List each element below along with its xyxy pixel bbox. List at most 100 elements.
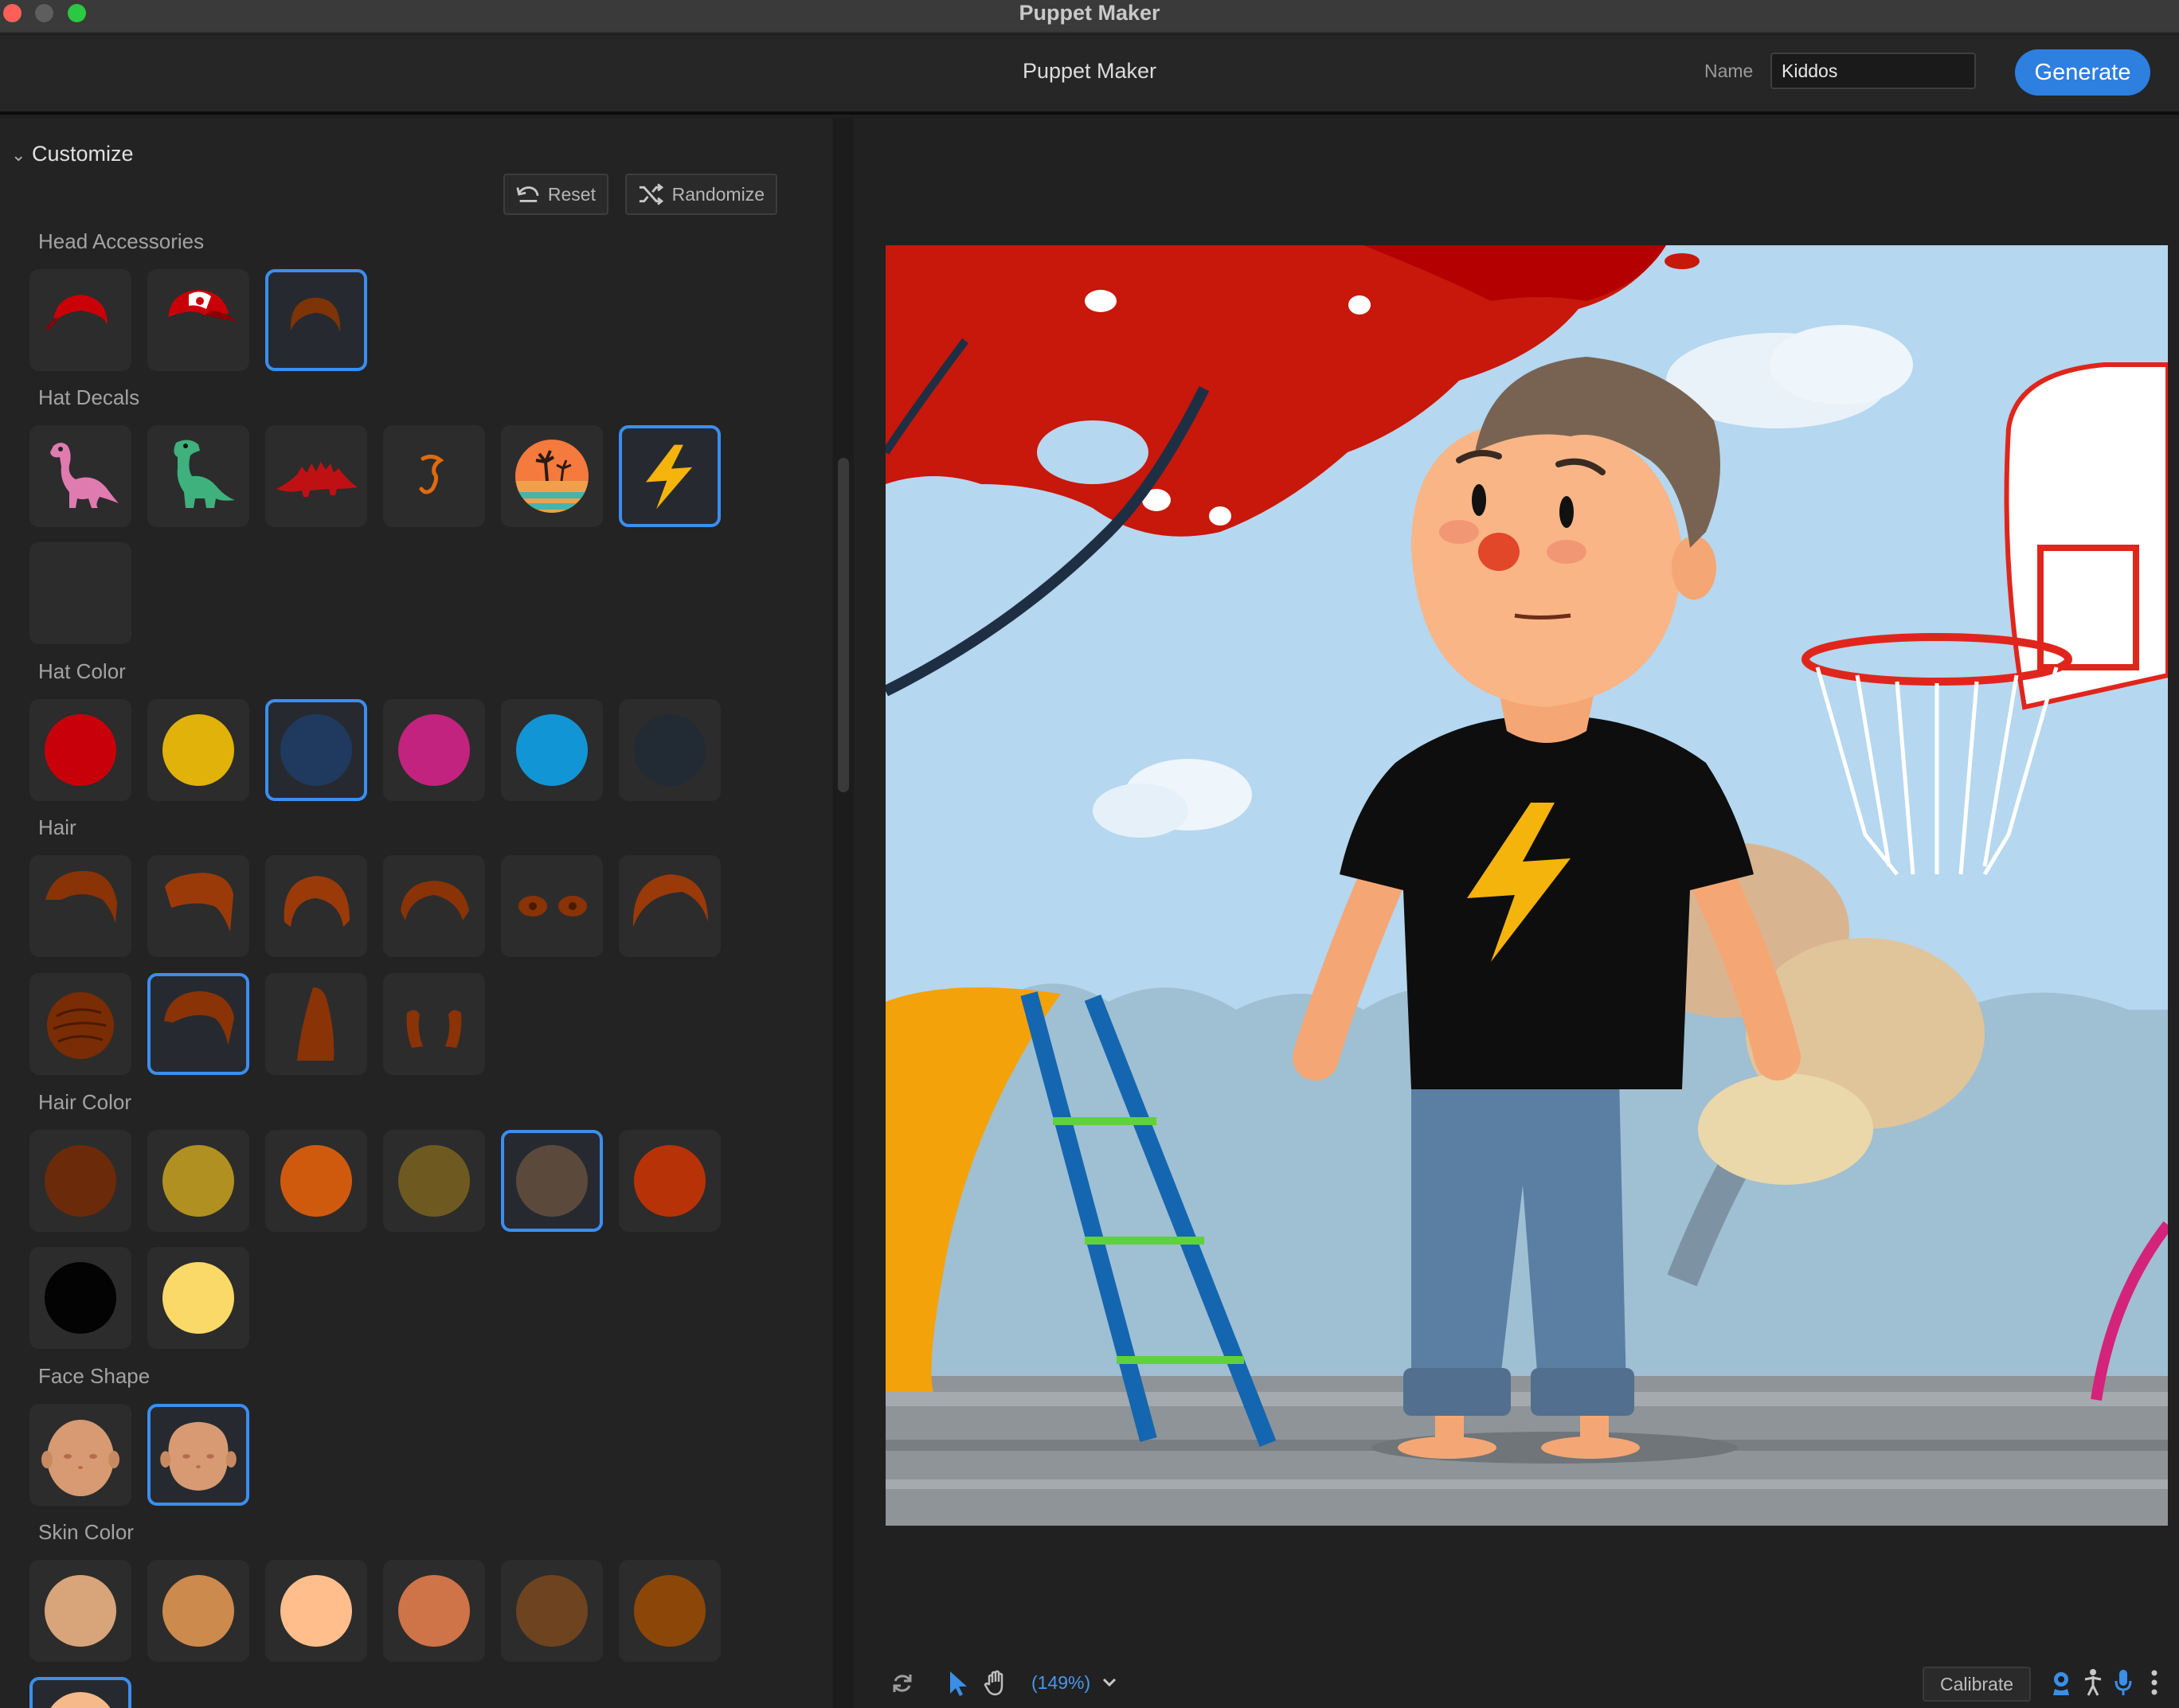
face-shape-option[interactable] — [147, 1404, 249, 1506]
red-cap-icon — [45, 295, 108, 331]
hair-color-swatch — [162, 1262, 234, 1334]
skin-color-option[interactable] — [147, 1560, 249, 1662]
hat-color-option[interactable] — [501, 699, 603, 801]
reset-button[interactable]: Reset — [503, 174, 608, 215]
window-titlebar: Puppet Maker — [0, 0, 2179, 33]
shuffle-icon — [639, 183, 664, 205]
skin-color-swatch — [398, 1575, 470, 1647]
pointer-tool-icon[interactable] — [946, 1669, 970, 1698]
hat-color-option[interactable] — [383, 699, 485, 801]
hat-decal-option[interactable] — [265, 425, 367, 527]
hat-color-swatch — [634, 714, 706, 786]
skin-color-option[interactable] — [265, 1560, 367, 1662]
hair-style-icon — [632, 874, 708, 927]
skin-color-option[interactable] — [383, 1560, 485, 1662]
skin-color-option[interactable] — [619, 1560, 721, 1662]
hair-option[interactable] — [265, 855, 367, 957]
panel-scrollbar[interactable] — [838, 458, 849, 792]
skin-color-option[interactable] — [29, 1677, 131, 1708]
hair-option[interactable] — [501, 855, 603, 957]
playground-scene-illustration — [886, 245, 2168, 1526]
skin-color-option[interactable] — [501, 1560, 603, 1662]
name-input[interactable] — [1770, 53, 1976, 89]
skin-color-label: Skin Color — [38, 1520, 134, 1544]
customize-section-header[interactable]: ⌄ Customize — [11, 142, 134, 166]
hair-color-swatch — [162, 1145, 234, 1217]
body-tracking-icon[interactable] — [2082, 1668, 2104, 1697]
hat-color-swatch — [398, 714, 470, 786]
hair-color-label: Hair Color — [38, 1090, 132, 1114]
stegosaurus-icon — [276, 462, 358, 497]
hair-color-swatch — [516, 1145, 588, 1217]
face-shape-label: Face Shape — [38, 1364, 151, 1388]
customize-title: Customize — [32, 142, 134, 166]
hat-color-swatch — [45, 714, 116, 786]
hat-decal-option[interactable] — [383, 425, 485, 527]
hat-color-option[interactable] — [147, 699, 249, 801]
skin-color-swatch — [516, 1575, 588, 1647]
hair-style-icon — [401, 881, 469, 920]
hat-decal-option[interactable] — [619, 425, 721, 527]
hair-color-option[interactable] — [29, 1130, 131, 1232]
hair-color-swatch — [45, 1145, 116, 1217]
calibrate-button[interactable]: Calibrate — [1923, 1667, 2031, 1702]
head-accessory-option[interactable] — [147, 269, 249, 371]
green-dinosaur-icon — [174, 440, 235, 508]
skin-color-swatch — [45, 1575, 116, 1647]
generate-button[interactable]: Generate — [2015, 49, 2150, 96]
orange-squiggle-icon — [419, 454, 444, 494]
hair-color-option[interactable] — [265, 1130, 367, 1232]
hair-option[interactable] — [147, 855, 249, 957]
hair-option[interactable] — [147, 973, 249, 1075]
hair-color-option[interactable] — [147, 1130, 249, 1232]
hair-color-option[interactable] — [619, 1130, 721, 1232]
hair-no-hat-icon — [291, 297, 341, 332]
hair-style-icon — [45, 870, 117, 924]
hair-color-option[interactable] — [147, 1247, 249, 1349]
hair-color-swatch — [634, 1145, 706, 1217]
head-accessory-option[interactable] — [265, 269, 367, 371]
hair-option[interactable] — [619, 855, 721, 957]
hair-option[interactable] — [29, 973, 131, 1075]
hat-color-option[interactable] — [619, 699, 721, 801]
chevron-down-icon[interactable] — [1097, 1671, 1121, 1694]
camera-icon[interactable] — [2050, 1670, 2072, 1697]
window-title: Puppet Maker — [1019, 1, 1160, 25]
hair-option[interactable] — [383, 855, 485, 957]
hat-decal-option[interactable] — [147, 425, 249, 527]
refresh-icon[interactable] — [890, 1671, 914, 1695]
hand-tool-icon[interactable] — [983, 1668, 1011, 1697]
face-shape-option[interactable] — [29, 1404, 131, 1506]
hair-option[interactable] — [383, 973, 485, 1075]
hat-color-option[interactable] — [29, 699, 131, 801]
panel-divider[interactable] — [833, 118, 854, 1708]
randomize-button[interactable]: Randomize — [625, 174, 777, 215]
oval-face-icon — [41, 1420, 119, 1496]
hat-color-option[interactable] — [265, 699, 367, 801]
hat-decal-option[interactable] — [501, 425, 603, 527]
puppet-preview-canvas[interactable] — [886, 245, 2168, 1526]
hair-style-icon — [163, 991, 234, 1046]
hair-option[interactable] — [265, 973, 367, 1075]
hat-color-label: Hat Color — [38, 659, 126, 683]
hat-decal-option[interactable] — [29, 425, 131, 527]
hair-style-icon — [165, 873, 233, 932]
round-face-icon — [160, 1421, 237, 1491]
hair-style-icon — [297, 987, 334, 1061]
hair-option[interactable] — [29, 855, 131, 957]
baseball-cap-icon — [168, 290, 237, 322]
name-label: Name — [1704, 61, 1754, 81]
hair-color-option[interactable] — [383, 1130, 485, 1232]
more-options-icon[interactable] — [2149, 1668, 2160, 1697]
head-accessory-option[interactable] — [29, 269, 131, 371]
hair-color-option[interactable] — [501, 1130, 603, 1232]
hair-color-swatch — [398, 1145, 470, 1217]
sunset-palm-icon — [515, 440, 589, 513]
hair-style-icon — [284, 876, 350, 927]
microphone-icon[interactable] — [2114, 1668, 2133, 1697]
skin-color-option[interactable] — [29, 1560, 131, 1662]
randomize-label: Randomize — [671, 183, 765, 205]
hair-color-option[interactable] — [29, 1247, 131, 1349]
hat-decal-none-option[interactable] — [29, 542, 131, 644]
chevron-down-icon: ⌄ — [11, 145, 26, 165]
